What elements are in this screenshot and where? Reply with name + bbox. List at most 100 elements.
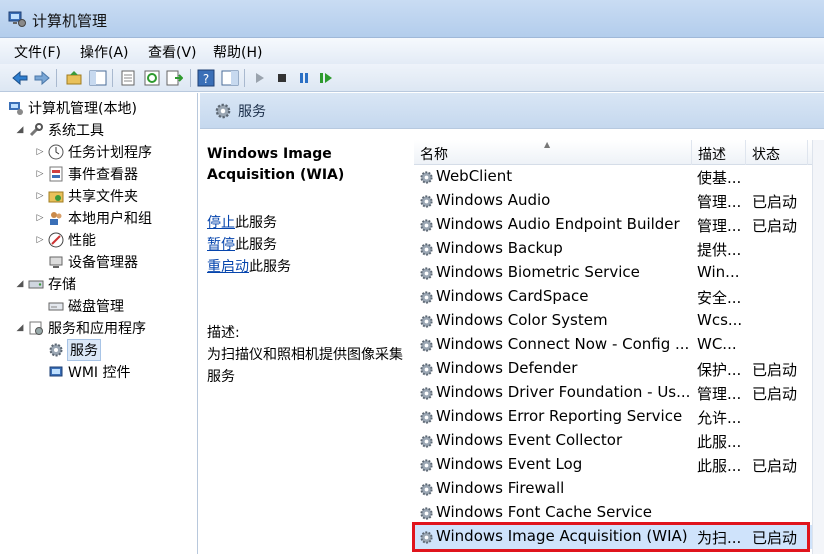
service-status: 已启动 xyxy=(752,385,798,403)
service-status: 已启动 xyxy=(752,217,798,235)
service-name: Windows Font Cache Service xyxy=(436,503,653,521)
service-row[interactable]: Windows Defender 保护... 已启动 xyxy=(414,357,824,381)
action-suffix: 此服务 xyxy=(249,259,291,275)
tree-item-event-viewer[interactable]: ▷ 事件查看器 xyxy=(34,163,138,185)
show-action-pane-icon[interactable] xyxy=(220,68,240,88)
menu-view[interactable]: 查看(V) xyxy=(148,42,197,62)
service-name: Windows Event Collector xyxy=(436,431,623,449)
pause-service-icon[interactable] xyxy=(294,68,314,88)
pause-service-link[interactable]: 暂停 xyxy=(207,237,235,253)
description-label: 描述: xyxy=(207,325,240,341)
vertical-scrollbar[interactable] xyxy=(812,140,824,554)
shared-folder-icon xyxy=(48,191,64,203)
service-description: Win... xyxy=(697,263,740,281)
help-icon[interactable]: ? xyxy=(196,68,216,88)
collapsed-arrow-icon[interactable]: ▷ xyxy=(34,169,46,179)
tree-item-system-tools[interactable]: ◢ 系统工具 xyxy=(14,119,104,141)
properties-icon[interactable] xyxy=(118,68,138,88)
services-apps-icon xyxy=(29,321,43,335)
service-row[interactable]: Windows Backup 提供... xyxy=(414,237,824,261)
collapsed-arrow-icon[interactable]: ▷ xyxy=(34,213,46,223)
service-row[interactable]: Windows Audio 管理... 已启动 xyxy=(414,189,824,213)
tree-item-device-manager[interactable]: 设备管理器 xyxy=(46,251,138,273)
tree-item-storage[interactable]: ◢ 存储 xyxy=(14,273,76,295)
service-description: 允许... xyxy=(697,409,742,427)
service-row[interactable]: Windows Color System Wcs... xyxy=(414,309,824,333)
pause-action: 暂停此服务 xyxy=(207,234,277,254)
service-row[interactable]: Windows Event Log 此服... 已启动 xyxy=(414,453,824,477)
service-title: Windows Image Acquisition (WIA) xyxy=(207,146,345,183)
tree-item-services-applications[interactable]: ◢ 服务和应用程序 xyxy=(14,317,146,339)
gear-icon xyxy=(420,363,433,376)
performance-icon xyxy=(48,232,64,248)
expanded-arrow-icon[interactable]: ◢ xyxy=(14,279,26,289)
back-icon[interactable] xyxy=(10,68,30,88)
service-description: 提供... xyxy=(697,241,742,259)
service-row[interactable]: Windows CardSpace 安全... xyxy=(414,285,824,309)
column-header-status[interactable]: 状态 xyxy=(746,140,808,165)
service-row[interactable]: Windows Driver Foundation - Us... 管理... 已启… xyxy=(414,381,824,405)
expanded-arrow-icon[interactable]: ◢ xyxy=(14,125,26,135)
up-folder-icon[interactable] xyxy=(64,68,84,88)
forward-icon[interactable] xyxy=(32,68,52,88)
tree-item-services[interactable]: 服务 xyxy=(46,339,101,361)
collapsed-arrow-icon[interactable]: ▷ xyxy=(34,191,46,201)
service-row[interactable]: Windows Error Reporting Service 允许... xyxy=(414,405,824,429)
service-status: 已启动 xyxy=(752,457,798,475)
service-name: Windows Backup xyxy=(436,239,563,257)
users-icon xyxy=(50,212,62,225)
tree-item-local-users[interactable]: ▷ 本地用户和组 xyxy=(34,207,152,229)
service-detail-pane: Windows Image Acquisition (WIA) 停止此服务 暂停… xyxy=(200,130,412,554)
service-row[interactable]: WebClient 使基... xyxy=(414,165,824,189)
tree-label: 系统工具 xyxy=(48,123,104,139)
tree-item-disk-management[interactable]: 磁盘管理 xyxy=(46,295,124,317)
gear-icon xyxy=(420,219,433,232)
collapsed-arrow-icon[interactable]: ▷ xyxy=(34,235,46,245)
service-row[interactable]: Windows Biometric Service Win... xyxy=(414,261,824,285)
service-row[interactable]: Windows Audio Endpoint Builder 管理... 已启动 xyxy=(414,213,824,237)
tree-label: 性能 xyxy=(68,233,96,249)
gear-icon xyxy=(420,171,433,184)
column-header-name[interactable]: 名称 xyxy=(414,140,692,165)
refresh-icon[interactable] xyxy=(142,68,162,88)
action-suffix: 此服务 xyxy=(235,237,277,253)
restart-service-link[interactable]: 重启动 xyxy=(207,259,249,275)
export-list-icon[interactable] xyxy=(164,68,184,88)
stop-service-link[interactable]: 停止 xyxy=(207,215,235,231)
gear-icon xyxy=(420,291,433,304)
service-status: 已启动 xyxy=(752,193,798,211)
service-name: Windows Defender xyxy=(436,359,578,377)
stop-action: 停止此服务 xyxy=(207,212,277,232)
toolbar: ? xyxy=(0,64,824,92)
tree-label: WMI 控件 xyxy=(68,365,131,381)
menu-action[interactable]: 操作(A) xyxy=(80,42,129,62)
menu-bar: 文件(F) 操作(A) 查看(V) 帮助(H) xyxy=(0,38,824,64)
tree-item-performance[interactable]: ▷ 性能 xyxy=(34,229,96,251)
list-header: ▲ 名称 描述 状态 xyxy=(414,140,824,165)
toolbar-separator xyxy=(244,69,245,87)
show-tree-icon[interactable] xyxy=(88,68,108,88)
service-description: 使基... xyxy=(697,169,742,187)
tree-item-computer-management[interactable]: 计算机管理(本地) xyxy=(6,97,137,119)
disk-icon xyxy=(48,302,64,311)
service-name: Windows Audio Endpoint Builder xyxy=(436,215,680,233)
menu-help[interactable]: 帮助(H) xyxy=(213,42,262,62)
stop-service-icon[interactable] xyxy=(272,68,292,88)
collapsed-arrow-icon[interactable]: ▷ xyxy=(34,147,46,157)
start-service-icon[interactable] xyxy=(250,68,270,88)
service-description: 此服... xyxy=(697,457,742,475)
menu-file[interactable]: 文件(F) xyxy=(14,42,61,62)
tree-item-task-scheduler[interactable]: ▷ 任务计划程序 xyxy=(34,141,152,163)
service-row[interactable]: Windows Firewall xyxy=(414,477,824,501)
tree-item-wmi-control[interactable]: WMI 控件 xyxy=(46,361,131,383)
service-row[interactable]: Windows Event Collector 此服... xyxy=(414,429,824,453)
expanded-arrow-icon[interactable]: ◢ xyxy=(14,323,26,333)
highlight-box xyxy=(412,522,810,552)
gear-icon xyxy=(420,195,433,208)
tree-item-shared-folders[interactable]: ▷ 共享文件夹 xyxy=(34,185,138,207)
column-header-description[interactable]: 描述 xyxy=(692,140,746,165)
service-row[interactable]: Windows Connect Now - Config ... WC... xyxy=(414,333,824,357)
restart-service-icon[interactable] xyxy=(316,68,336,88)
toolbar-separator xyxy=(56,69,57,87)
gear-icon xyxy=(420,387,433,400)
